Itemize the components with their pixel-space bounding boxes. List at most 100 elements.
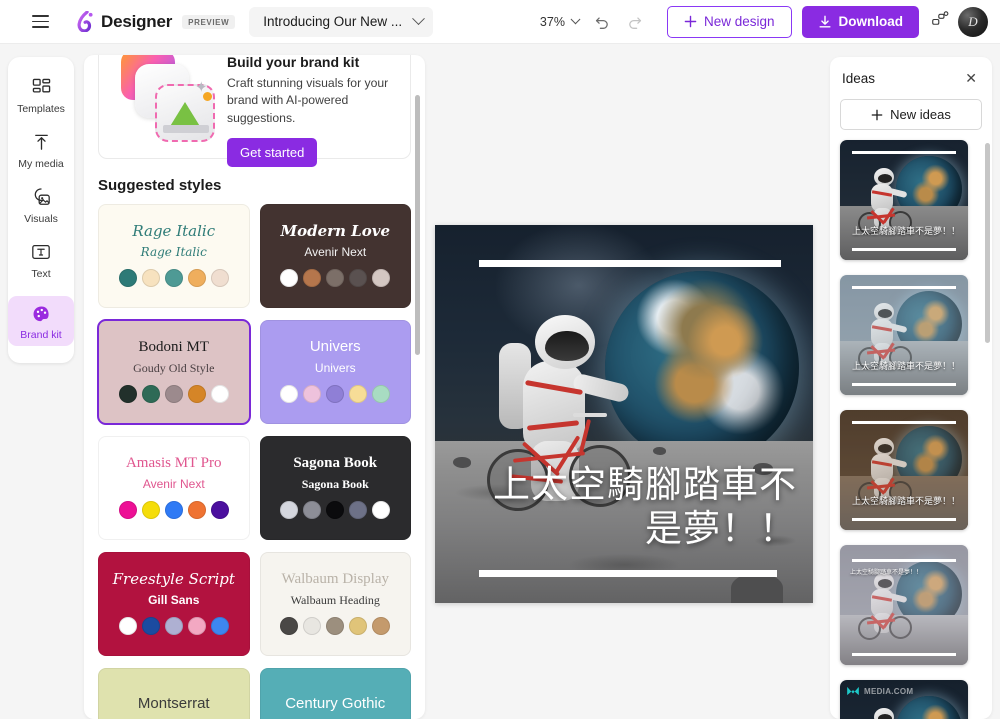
style-card[interactable]: Freestyle ScriptGill Sans [98,552,250,656]
color-swatch [165,617,183,635]
zoom-level: 37% [540,15,565,29]
sidebar-item-label: My media [18,158,64,170]
promo-description: Craft stunning visuals for your brand wi… [227,75,398,127]
redo-button[interactable] [619,6,651,38]
color-swatch [303,501,321,519]
color-swatch [326,385,344,403]
color-swatch [211,269,229,287]
sidebar-item-label: Text [31,268,50,280]
color-swatch [165,501,183,519]
thumbnail-bottom-bar [852,653,956,656]
style-card-subheading: Sagona Book [302,478,369,491]
new-design-label: New design [704,14,775,29]
color-swatch [119,501,137,519]
style-card-heading: Freestyle Script [113,571,235,588]
close-icon[interactable]: ✕ [962,69,980,87]
design-headline: 上太空騎腳踏車不 是夢！！ [435,463,797,550]
undo-button[interactable] [587,6,619,38]
sparkle-icon: ✦ [195,78,208,96]
color-swatch [280,269,298,287]
avatar[interactable]: D [958,7,988,37]
ideas-scroll-thumb[interactable] [985,143,990,343]
style-card[interactable]: Modern LoveAvenir Next [260,204,412,308]
thumbnail-top-bar [852,421,956,424]
color-swatch [142,501,160,519]
chevron-down-icon [412,12,425,25]
ideas-list: 上太空騎腳踏車不是夢！！ 上太空騎腳踏車不是夢！！ 上太空騎腳踏車不是夢！！ 上太空騎… [840,140,982,719]
color-swatch [119,617,137,635]
get-started-button[interactable]: Get started [227,138,317,167]
idea-thumbnail[interactable]: 上太空騎腳踏車不是夢！！ [840,275,968,395]
color-swatch [349,501,367,519]
promo-title: Build your brand kit [227,55,398,70]
plus-icon [684,15,697,28]
style-card-subheading: Avenir Next [304,246,366,259]
thumbnail-bottom-bar [852,248,956,251]
style-card[interactable]: Amasis MT ProAvenir Next [98,436,250,540]
color-swatch [165,385,183,403]
idea-thumbnail[interactable]: 上太空騎腳踏車不是夢！！ [840,410,968,530]
style-card-subheading: Univers [315,362,356,375]
upload-icon [32,131,51,153]
idea-thumbnail[interactable]: MEDIA.COM [840,680,968,719]
thumbnail-caption: 上太空騎腳踏車不是夢！！ [846,362,960,373]
sidebar-item-label: Templates [17,103,65,115]
palette-icon [32,303,51,325]
color-swatch [372,385,390,403]
color-swatch [188,501,206,519]
color-swatch [372,269,390,287]
sidebar-item-label: Visuals [24,213,58,225]
style-card[interactable]: Bodoni MTGoudy Old Style [98,320,250,424]
idea-thumbnail[interactable]: 上太空騎腳踏車不是夢！！ [840,545,968,665]
new-ideas-button[interactable]: New ideas [840,99,982,130]
style-card-swatches [280,501,390,519]
design-top-bar [479,260,781,267]
style-card-subheading: Rage Italic [141,246,207,259]
style-card-heading: Walbaum Display [281,571,389,588]
document-title: Introducing Our New ... [263,14,404,29]
download-button[interactable]: Download [802,6,920,38]
hamburger-icon[interactable] [24,6,56,38]
color-swatch [280,617,298,635]
style-card-subheading: Goudy Old Style [133,362,214,375]
left-panel-scroll-thumb[interactable] [415,95,420,355]
color-swatch [188,617,206,635]
new-design-button[interactable]: New design [667,6,792,38]
top-header: Designer PREVIEW Introducing Our New ...… [0,0,1000,44]
plus-icon [871,109,883,121]
design-headline-line2: 是夢！！ [435,507,797,551]
thumbnail-top-bar [852,286,956,289]
style-card-heading: Rage Italic [132,223,215,240]
color-swatch [142,385,160,403]
sidebar-item-visuals[interactable]: Visuals [8,177,74,232]
zoom-control[interactable]: 37% [532,11,587,33]
style-card[interactable]: MontserratMontserrat [98,668,250,719]
design-canvas[interactable]: 上太空騎腳踏車不 是夢！！ [435,225,813,603]
style-card[interactable]: Sagona BookSagona Book [260,436,412,540]
style-card-heading: Montserrat [138,696,210,713]
thumbnail-bottom-bar [852,383,956,386]
designer-logo-icon [76,11,95,32]
style-card[interactable]: Walbaum Display Walbaum Heading [260,552,412,656]
color-swatch [372,501,390,519]
text-icon [31,241,51,263]
sidebar-item-my-media[interactable]: My media [8,122,74,177]
ideas-panel-title: Ideas [842,71,875,86]
sidebar-item-templates[interactable]: Templates [8,67,74,122]
share-icon[interactable] [931,10,950,34]
preview-badge: PREVIEW [182,15,235,29]
thumbnail-caption: 上太空騎腳踏車不是夢！！ [850,569,960,576]
left-panel-scrollbar[interactable] [415,95,420,707]
download-label: Download [839,14,904,29]
idea-thumbnail[interactable]: 上太空騎腳踏車不是夢！！ [840,140,968,260]
undo-icon [594,13,611,30]
style-card[interactable]: Century GothicGill Sans [260,668,412,719]
sidebar-item-brand-kit[interactable]: Brand kit [8,287,74,353]
templates-icon [32,76,51,98]
sidebar-item-text[interactable]: Text [8,232,74,287]
style-card[interactable]: UniversUnivers [260,320,412,424]
style-card-swatches [119,501,229,519]
style-card[interactable]: Rage Italic Rage Italic [98,204,250,308]
style-card-subheading: Walbaum Heading [291,594,380,607]
document-title-dropdown[interactable]: Introducing Our New ... [249,7,433,37]
